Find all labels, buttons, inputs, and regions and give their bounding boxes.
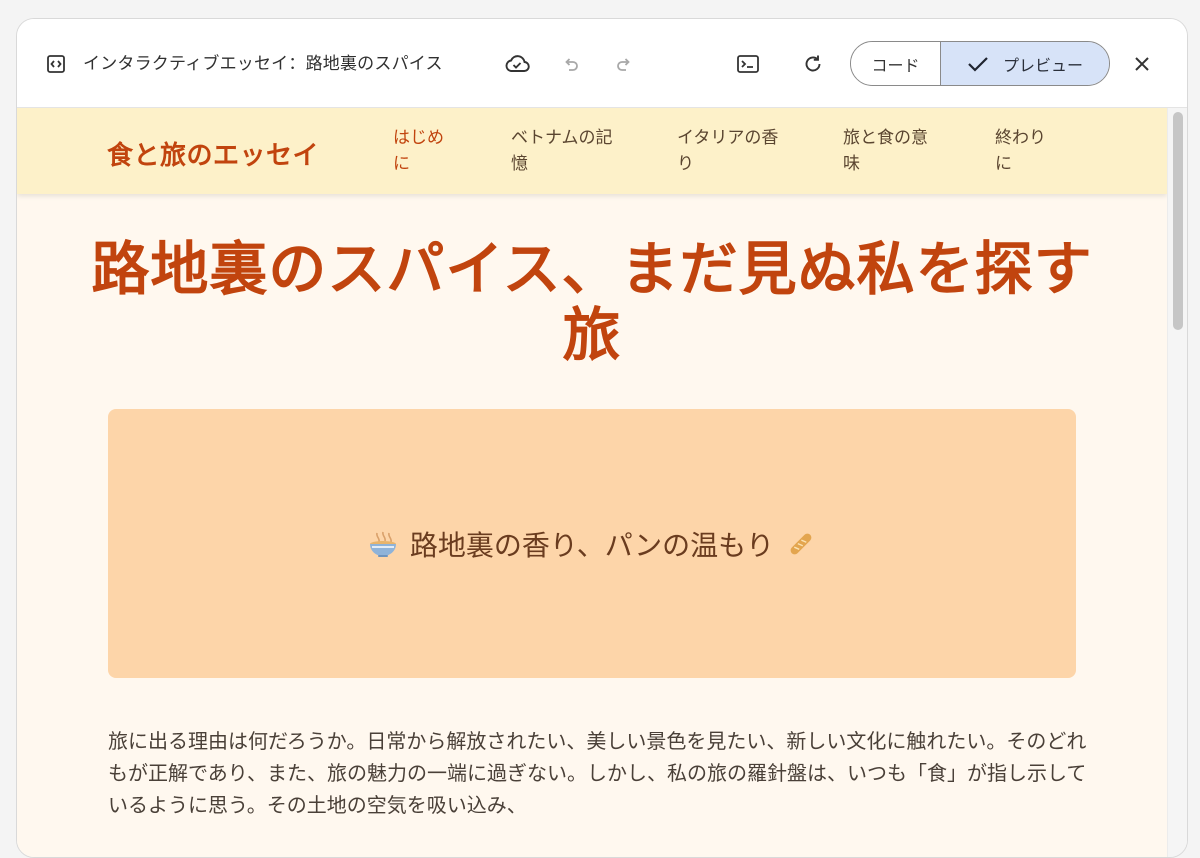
nav-item-italy[interactable]: イタリアの香 り xyxy=(677,125,778,177)
code-tab-button[interactable]: コード xyxy=(851,42,941,85)
toolbar: インタラクティブエッセイ：路地裏のスパイス コード プレビュー xyxy=(17,19,1187,108)
essay-paragraph: 旅に出る理由は何だろうか。日常から解放されたい、美しい景色を見たい、新しい文化に… xyxy=(108,729,1087,817)
nav-item-intro[interactable]: はじめ に xyxy=(393,125,444,177)
noodle-bowl-icon xyxy=(368,529,398,559)
preview-tab-button[interactable]: プレビュー xyxy=(941,42,1109,85)
banner-text: 路地裏の香り、パンの温もり xyxy=(409,528,775,562)
refresh-icon[interactable] xyxy=(801,52,825,76)
baguette-icon xyxy=(786,529,816,559)
hero-title: 路地裏のスパイス、まだ見ぬ私を探す旅 xyxy=(91,235,1093,369)
scrollbar-thumb[interactable] xyxy=(1173,112,1183,330)
preview-tab-label: プレビュー xyxy=(1002,55,1083,75)
undo-icon[interactable] xyxy=(560,53,582,75)
site-navigation: 食と旅のエッセイ はじめ に ベトナムの記 憶 イタリアの香 り 旅と食の意 味… xyxy=(17,108,1167,194)
site-brand[interactable]: 食と旅のエッセイ xyxy=(107,135,319,172)
preview-scrollbar[interactable] xyxy=(1167,108,1187,857)
document-title: インタラクティブエッセイ：路地裏のスパイス xyxy=(83,54,443,74)
cloud-sync-icon[interactable] xyxy=(503,51,531,77)
code-doc-icon[interactable] xyxy=(45,53,67,75)
nav-item-ending[interactable]: 終わり に xyxy=(995,125,1046,177)
nav-item-meaning[interactable]: 旅と食の意 味 xyxy=(843,125,928,177)
code-tab-label: コード xyxy=(871,55,920,75)
redo-icon[interactable] xyxy=(613,53,635,75)
checkmark-icon xyxy=(967,55,989,73)
nav-item-vietnam[interactable]: ベトナムの記 憶 xyxy=(511,125,613,177)
hero-banner: 路地裏の香り、パンの温もり xyxy=(108,409,1076,678)
view-mode-toggle: コード プレビュー xyxy=(850,41,1110,86)
close-icon[interactable] xyxy=(1131,53,1153,75)
preview-viewport[interactable]: 食と旅のエッセイ はじめ に ベトナムの記 憶 イタリアの香 り 旅と食の意 味… xyxy=(17,108,1167,857)
terminal-icon[interactable] xyxy=(735,52,761,76)
app-window: インタラクティブエッセイ：路地裏のスパイス コード プレビュー 食と旅のエッセイ… xyxy=(16,18,1188,858)
